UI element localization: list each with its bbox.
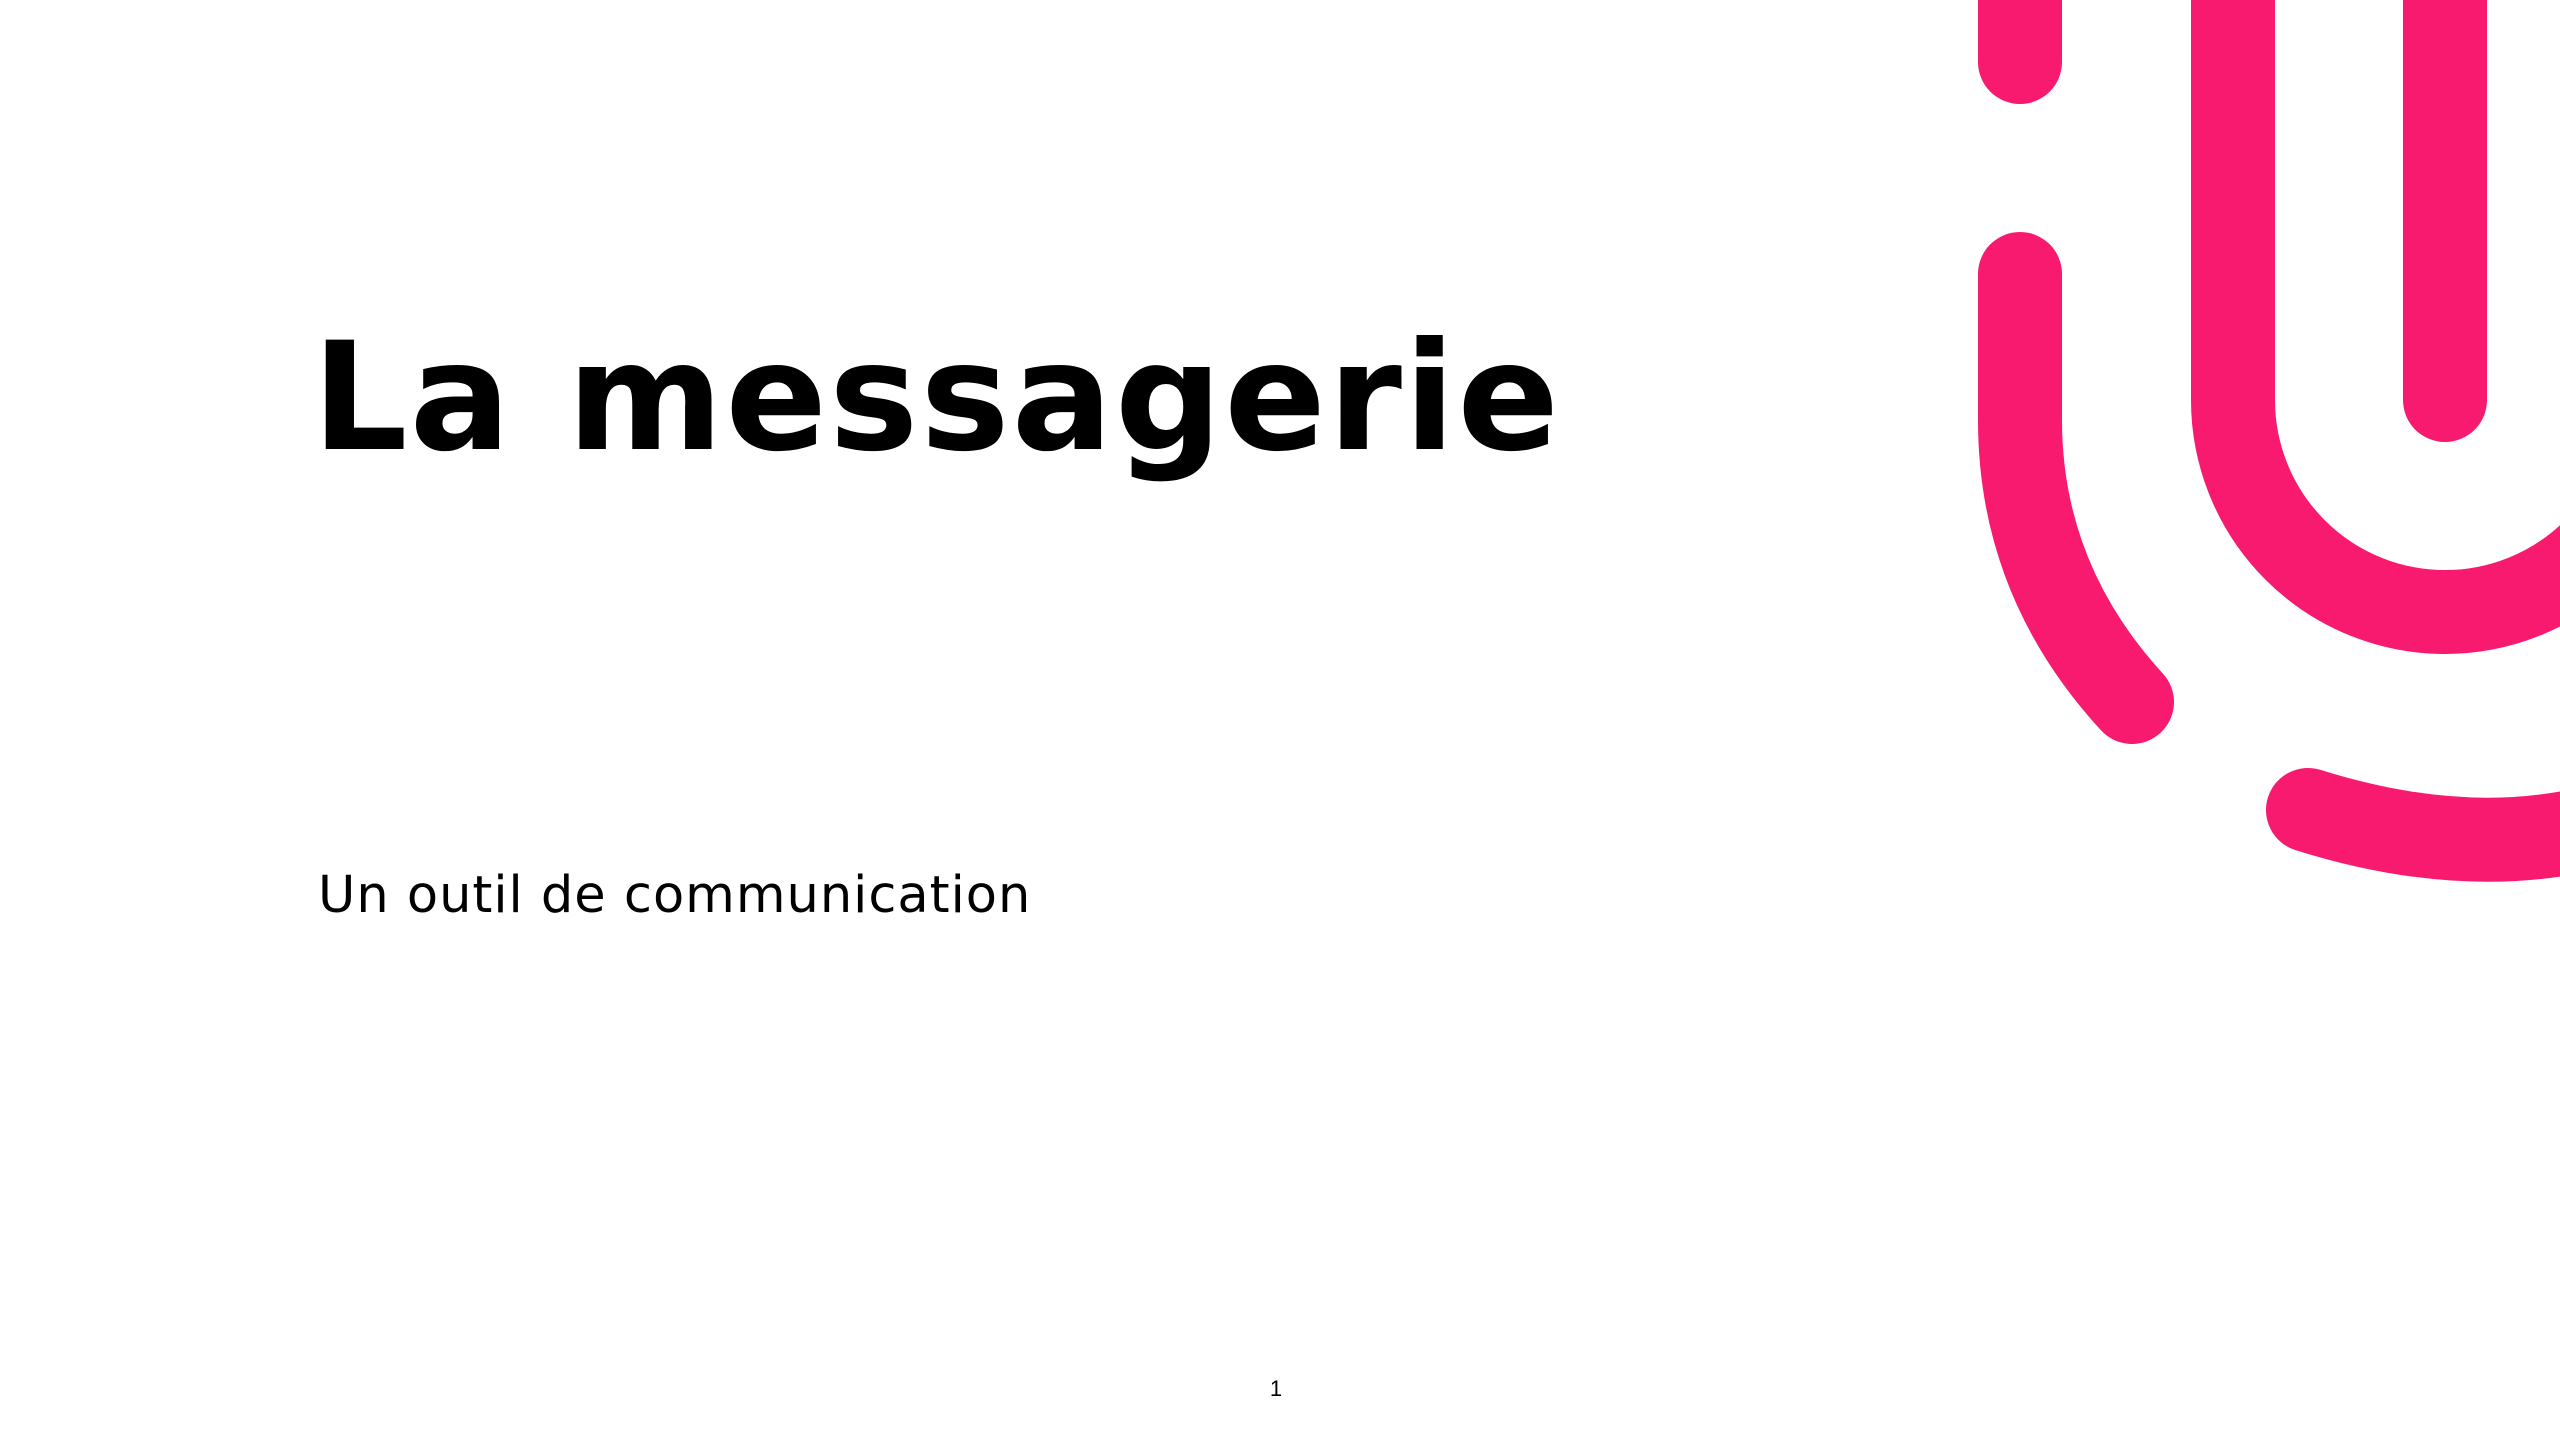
- presentation-slide: La messagerie Un outil de communication …: [0, 0, 2560, 1440]
- decorative-lines-graphic: [1978, 0, 2560, 882]
- decorative-line-u-curve: [2191, 0, 2560, 654]
- decorative-line-left-arc: [1978, 232, 2174, 744]
- decorative-line-bottom-arc: [2266, 768, 2560, 882]
